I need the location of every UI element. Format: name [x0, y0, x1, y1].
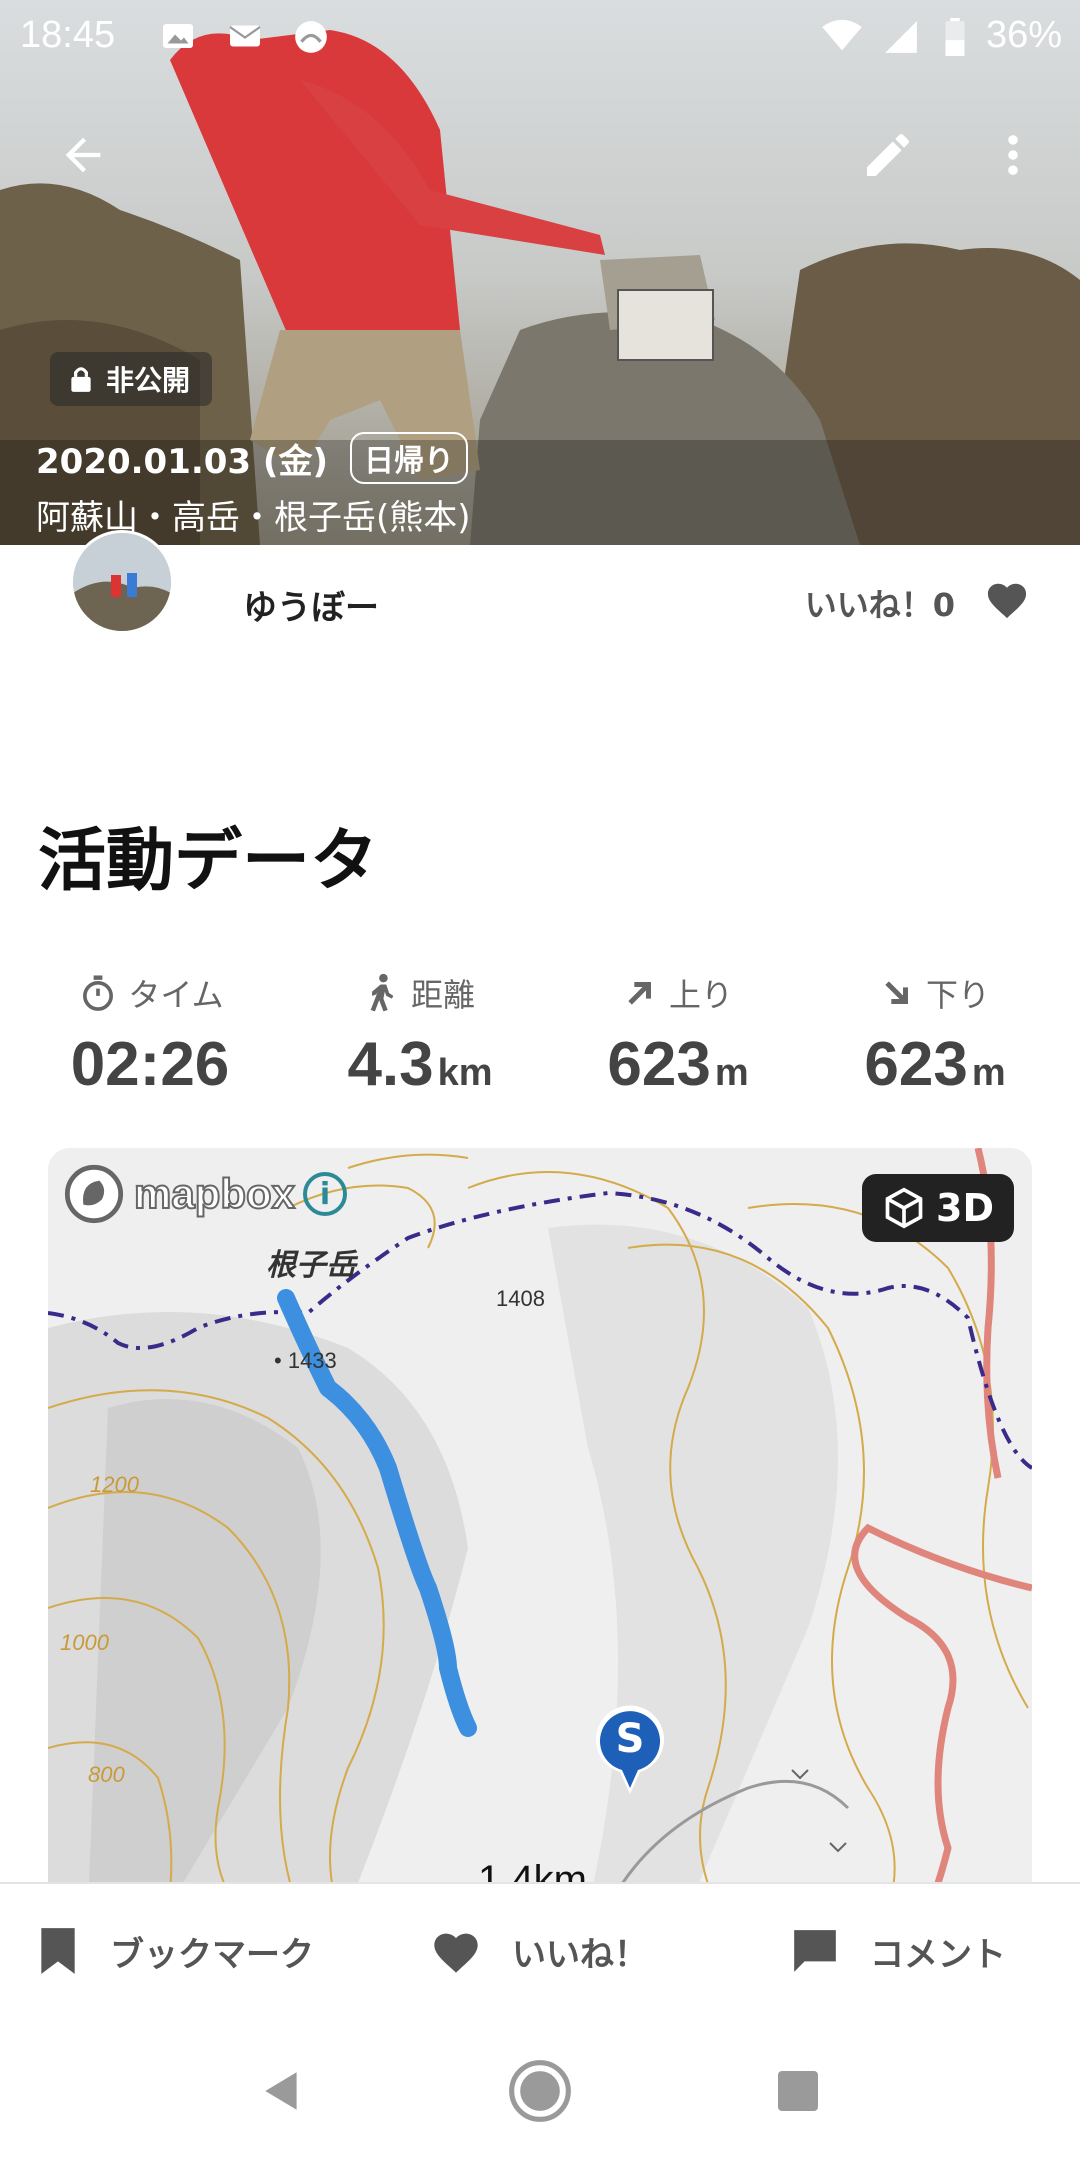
stat-time: タイム 02:26 [32, 965, 272, 1100]
arrow-down-right-icon [885, 981, 908, 1004]
comment-icon [794, 1930, 836, 1972]
stat-label: 距離 [410, 976, 475, 1014]
mapbox-text: mapbox [133, 1169, 296, 1218]
back-button[interactable] [38, 110, 128, 200]
triangle-back-icon [265, 2072, 297, 2110]
map-canvas [48, 1148, 1032, 1908]
bookmark-button[interactable]: ブックマーク [36, 1884, 314, 2018]
more-vert-icon [1008, 135, 1018, 175]
more-options-button[interactable] [968, 110, 1058, 200]
activity-date: 2020.01.03 (金) [36, 441, 329, 482]
map-info-button[interactable]: i [303, 1172, 348, 1216]
stat-distance: 距離 4.3 km [300, 965, 540, 1100]
arrow-up-right-icon [628, 982, 651, 1005]
pencil-icon [867, 133, 909, 176]
bookmark-label: ブックマーク [110, 1934, 314, 1975]
avatar-image [73, 533, 171, 631]
signal-icon [885, 21, 917, 53]
stat-descent: 下り 623 m [815, 965, 1055, 1100]
contour-label: 800 [88, 1762, 125, 1787]
stat-value: 4.3 [347, 1030, 434, 1099]
start-marker-icon[interactable]: S [592, 1702, 668, 1798]
like-label: いいね！ [512, 1934, 648, 1975]
stat-label: 下り [925, 976, 990, 1014]
bookmark-icon [41, 1928, 75, 1974]
stat-value: 623 [864, 1030, 968, 1099]
edit-button[interactable] [843, 110, 933, 200]
circle-home-icon [509, 2060, 571, 2122]
privacy-badge: 非公開 [50, 352, 213, 406]
route-map[interactable]: mapbox i 3D 根子岳 1408 • 1433 1200 1000 80… [48, 1148, 1032, 1908]
action-bar: ブックマーク いいね！ コメント [0, 1882, 1080, 2020]
avatar[interactable] [70, 530, 174, 634]
contour-label: 1000 [60, 1630, 109, 1655]
elevation-label: • 1433 [274, 1348, 337, 1373]
stat-label: 上り [668, 976, 733, 1014]
activity-date-row: 2020.01.03 (金) 日帰り [36, 432, 469, 484]
stat-ascent: 上り 623 m [558, 965, 798, 1100]
stopwatch-icon [83, 975, 114, 1011]
elevation-label: 1408 [496, 1286, 545, 1311]
mapbox-mark-icon [64, 1164, 124, 1224]
stat-value: 02:26 [70, 1030, 230, 1099]
nav-back-button[interactable] [237, 2046, 327, 2136]
mail-notification-icon [229, 25, 261, 47]
comment-button[interactable]: コメント [790, 1884, 1006, 2018]
view-3d-button[interactable]: 3D [862, 1174, 1014, 1242]
privacy-label: 非公開 [106, 364, 191, 397]
stat-unit: m [714, 1052, 749, 1094]
stat-value: 623 [607, 1030, 711, 1099]
nav-recents-button[interactable] [753, 2046, 843, 2136]
section-title: 活動データ [38, 822, 379, 901]
contour-label: 1200 [90, 1472, 139, 1497]
nav-home-button[interactable] [495, 2046, 585, 2136]
trip-type-tag: 日帰り [350, 432, 469, 484]
start-marker-label: S [616, 1716, 645, 1762]
stat-label: タイム [128, 976, 224, 1014]
comment-label: コメント [870, 1934, 1006, 1975]
stat-unit: m [971, 1052, 1006, 1094]
cube-icon [885, 1187, 923, 1229]
battery-percent: 36% [985, 14, 1062, 56]
wifi-icon [822, 19, 862, 51]
system-nav-bar [0, 2018, 1080, 2160]
peak-name-label: 根子岳 [266, 1249, 356, 1282]
walking-person-icon [370, 973, 394, 1012]
status-bar: 18:45 36% [0, 0, 1080, 72]
view-3d-label: 3D [936, 1186, 994, 1230]
lock-icon [71, 367, 91, 392]
like-count[interactable]: いいね！0 [805, 580, 955, 626]
mountain-location[interactable]: 阿蘇山・高岳・根子岳(熊本) [36, 490, 471, 539]
mapbox-logo[interactable]: mapbox i [62, 1162, 348, 1226]
image-notification-icon [163, 24, 193, 48]
status-time: 18:45 [20, 14, 116, 56]
cover-photo[interactable]: 18:45 36% 非公開 2020.01.03 (金) 日帰り 阿蘇山・高岳・… [0, 0, 1080, 545]
battery-icon [945, 18, 965, 56]
like-button[interactable]: いいね！ [430, 1884, 648, 2018]
stat-unit: km [437, 1052, 493, 1094]
heart-icon[interactable] [984, 578, 1030, 620]
username[interactable]: ゆうぼー [243, 580, 379, 629]
app-notification-icon [295, 21, 327, 53]
arrow-back-icon [65, 137, 101, 173]
heart-icon [434, 1933, 478, 1973]
square-recents-icon [778, 2071, 818, 2111]
